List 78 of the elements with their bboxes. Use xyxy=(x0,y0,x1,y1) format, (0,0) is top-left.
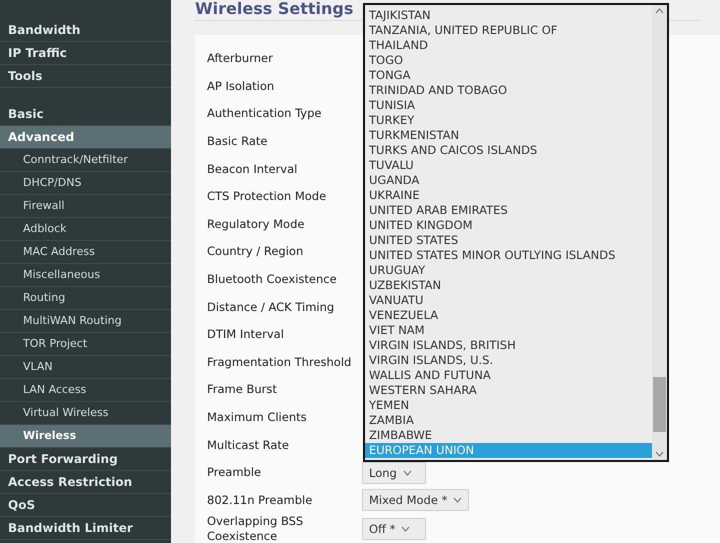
sidebar-item[interactable]: MAC Address xyxy=(0,241,171,264)
setting-label: Preamble xyxy=(207,465,262,480)
dropdown-option[interactable]: WALLIS AND FUTUNA xyxy=(365,368,652,383)
dropdown-option[interactable]: UGANDA xyxy=(365,173,652,188)
select-field[interactable]: Long xyxy=(362,462,426,484)
sidebar-item[interactable]: Bandwidth Limiter xyxy=(0,517,171,540)
sidebar-item[interactable]: TOR Project xyxy=(0,333,171,356)
dropdown-option[interactable]: THAILAND xyxy=(365,38,652,53)
dropdown-option[interactable]: TANZANIA, UNITED REPUBLIC OF xyxy=(365,23,652,38)
setting-label: Beacon Interval xyxy=(207,162,298,177)
scrollbar[interactable] xyxy=(652,5,667,460)
dropdown-option[interactable]: TURKS AND CAICOS ISLANDS xyxy=(365,143,652,158)
sidebar-item[interactable]: Miscellaneous xyxy=(0,264,171,287)
sidebar-item[interactable]: Advanced xyxy=(0,126,171,149)
dropdown-option[interactable]: TAJIKISTAN xyxy=(365,8,652,23)
sidebar-item[interactable]: LAN Access xyxy=(0,379,171,402)
dropdown-option[interactable]: YEMEN xyxy=(365,398,652,413)
dropdown-option[interactable]: UKRAINE xyxy=(365,188,652,203)
setting-label: CTS Protection Mode xyxy=(207,189,328,204)
setting-label: Regulatory Mode xyxy=(207,216,306,232)
dropdown-option[interactable]: TRINIDAD AND TOBAGO xyxy=(365,83,652,98)
dropdown-option[interactable]: VIRGIN ISLANDS, U.S. xyxy=(365,353,652,368)
sidebar-item[interactable]: Access Restriction xyxy=(0,471,171,494)
sidebar-item[interactable]: Port Forwarding xyxy=(0,448,171,471)
dropdown-option[interactable]: VANUATU xyxy=(365,293,652,308)
dropdown-option[interactable]: TURKMENISTAN xyxy=(365,128,652,143)
dropdown-option[interactable]: ZAMBIA xyxy=(365,413,652,428)
setting-label: Country / Region xyxy=(207,244,304,260)
sidebar-item[interactable]: Firewall xyxy=(0,195,171,218)
page-title: Wireless Settings xyxy=(195,0,354,20)
sidebar-item[interactable]: Conntrack/Netfilter xyxy=(0,149,171,172)
setting-label: Afterburner xyxy=(207,51,274,66)
setting-label: DTIM Interval xyxy=(207,327,285,342)
setting-label: 802.11n Preamble xyxy=(207,492,314,508)
dropdown-option[interactable]: UNITED STATES xyxy=(365,233,652,248)
setting-label: Frame Burst xyxy=(207,382,278,398)
dropdown-option[interactable]: VIET NAM xyxy=(365,323,652,338)
sidebar-item[interactable]: Wireless xyxy=(0,425,171,448)
scrollbar-thumb[interactable] xyxy=(653,377,666,432)
setting-label: Fragmentation Threshold xyxy=(207,354,352,370)
select-field[interactable]: Mixed Mode * xyxy=(362,489,470,512)
chevron-down-icon xyxy=(402,470,412,476)
sidebar-item[interactable]: IP Traffic xyxy=(0,42,171,65)
sidebar-item[interactable]: QoS xyxy=(0,494,171,517)
setting-label: Distance / ACK Timing xyxy=(207,300,336,315)
dropdown-option[interactable]: WESTERN SAHARA xyxy=(365,383,652,398)
select-field[interactable]: Off * xyxy=(362,518,426,540)
setting-label: Basic Rate xyxy=(207,134,268,150)
dropdown-option[interactable]: URUGUAY xyxy=(365,263,652,278)
setting-label: AP Isolation xyxy=(207,78,276,94)
setting-label: Authentication Type xyxy=(207,106,322,122)
setting-label: Maximum Clients xyxy=(207,410,308,426)
sidebar-item[interactable]: VLAN xyxy=(0,356,171,379)
dropdown-option[interactable]: VENEZUELA xyxy=(365,308,652,323)
dropdown-option[interactable]: TONGA xyxy=(365,68,652,83)
dropdown-option[interactable]: TURKEY xyxy=(365,113,652,128)
sidebar-item[interactable]: MultiWAN Routing xyxy=(0,310,171,333)
setting-label: Bluetooth Coexistence xyxy=(207,272,338,288)
dropdown-option[interactable]: UNITED KINGDOM xyxy=(365,218,652,233)
dropdown-option[interactable]: TUVALU xyxy=(365,158,652,173)
dropdown-option[interactable]: UNITED ARAB EMIRATES xyxy=(365,203,652,218)
dropdown-option[interactable]: UZBEKISTAN xyxy=(365,278,652,293)
sidebar-item[interactable]: Bandwidth xyxy=(0,19,171,42)
sidebar-item[interactable]: Routing xyxy=(0,287,171,310)
sidebar-item[interactable]: DHCP/DNS xyxy=(0,172,171,195)
chevron-up-icon xyxy=(655,8,664,14)
chevron-down-icon xyxy=(655,451,664,457)
dropdown-option[interactable]: VIRGIN ISLANDS, BRITISH xyxy=(365,338,652,353)
dropdown-option[interactable]: ZIMBABWE xyxy=(365,428,652,443)
dropdown-option[interactable]: TOGO xyxy=(365,53,652,68)
dropdown-option[interactable]: TUNISIA xyxy=(365,98,652,113)
sidebar-item[interactable]: Tools xyxy=(0,65,171,88)
setting-label: Overlapping BSS Coexistence xyxy=(207,514,304,543)
dropdown-option[interactable]: UNITED STATES MINOR OUTLYING ISLANDS xyxy=(365,248,652,263)
chevron-down-icon xyxy=(401,526,410,532)
sidebar-item[interactable]: Adblock xyxy=(0,218,171,241)
setting-label: Multicast Rate xyxy=(207,438,290,453)
chevron-down-icon xyxy=(453,497,462,504)
